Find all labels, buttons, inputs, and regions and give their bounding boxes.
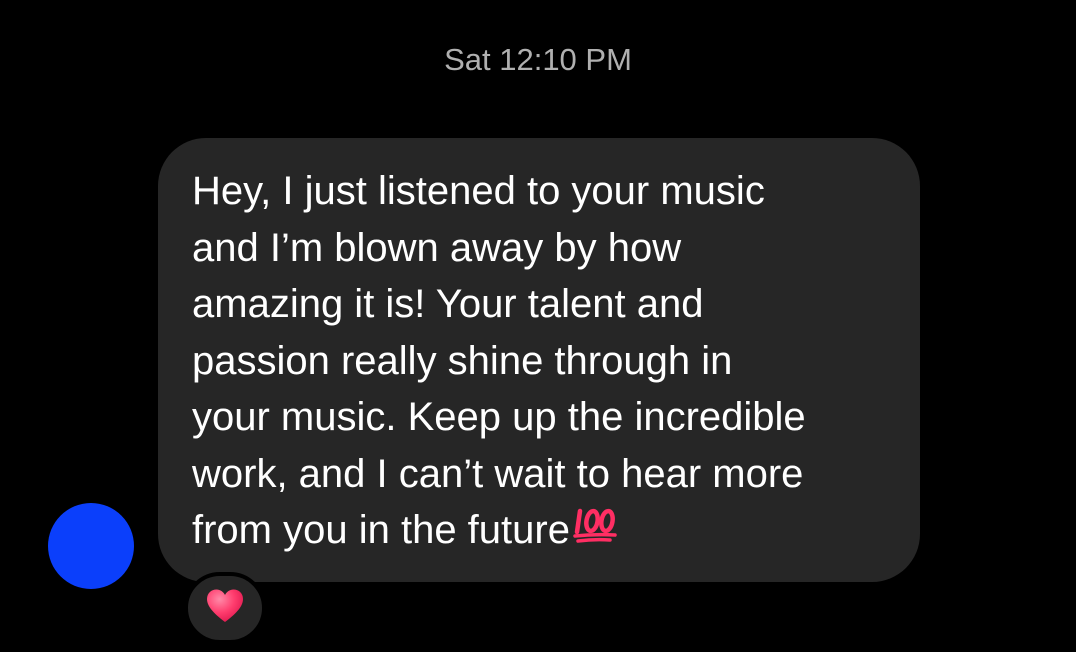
message-last-line: from you in the future <box>192 502 896 559</box>
message-timestamp: Sat 12:10 PM <box>444 42 632 77</box>
heart-icon <box>205 588 245 629</box>
chat-screen: Sat 12:10 PM Hey, I just listened to you… <box>0 0 1076 652</box>
message-line: passion really shine through in <box>192 338 733 383</box>
reaction-badge[interactable] <box>184 572 266 644</box>
message-line: work, and I can’t wait to hear more <box>192 451 804 496</box>
message-line: amazing it is! Your talent and <box>192 282 704 326</box>
hundred-points-icon <box>572 502 618 559</box>
message-line: from you in the future <box>192 508 570 552</box>
message-line: Hey, I just listened to your music <box>192 169 765 213</box>
message-line: your music. Keep up the incredible <box>192 395 806 439</box>
sender-avatar[interactable] <box>48 503 134 589</box>
message-bubble[interactable]: Hey, I just listened to your music and I… <box>158 138 920 582</box>
message-line: and I’m blown away by how <box>192 225 682 270</box>
